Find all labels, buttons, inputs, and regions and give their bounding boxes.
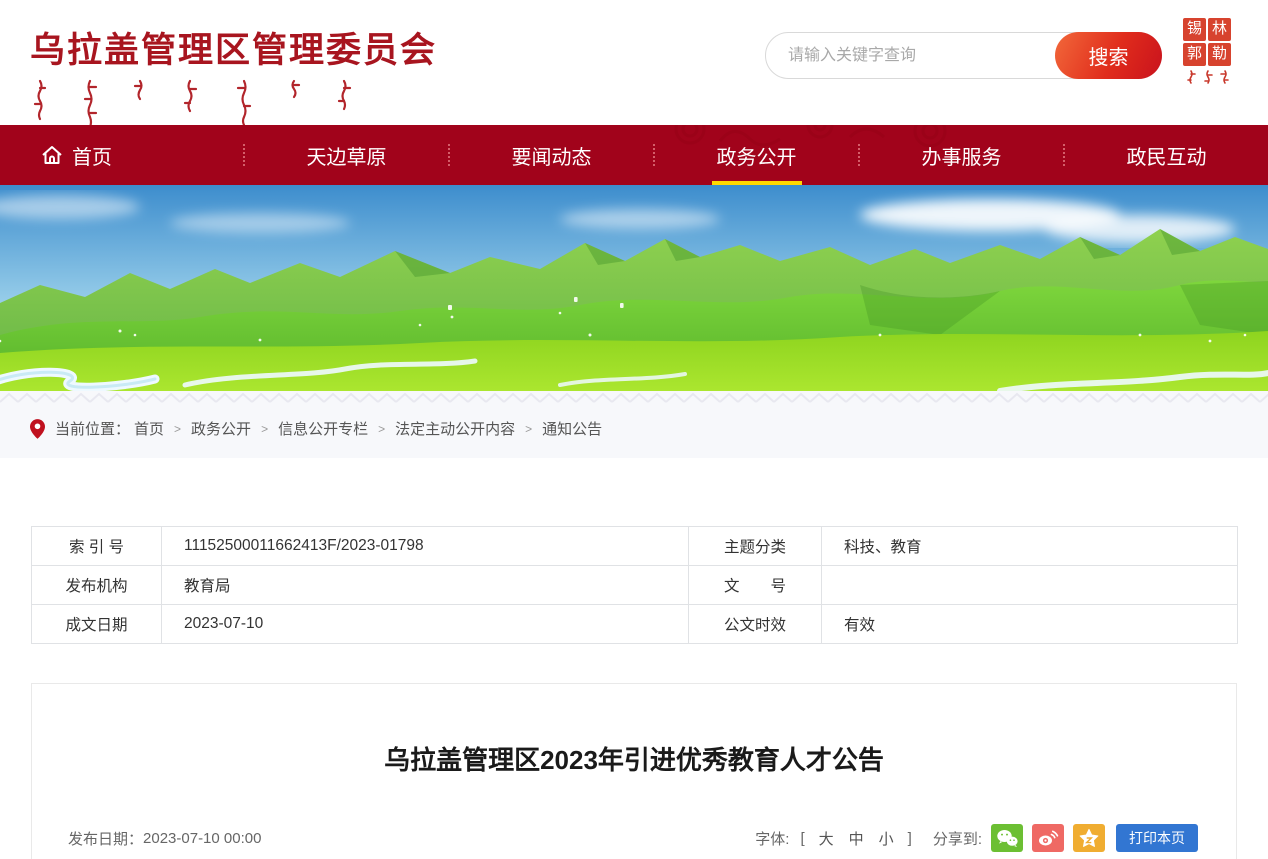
main-nav: 首页 天边草原 要闻动态 政务公开 办事服务 政民互动: [0, 125, 1268, 185]
article-tools: 字体: [ 大 中 小 ] 分享到: 打印本页: [755, 824, 1198, 852]
weibo-icon: [1039, 830, 1059, 846]
breadcrumb-item-info-disclosure[interactable]: 信息公开专栏: [278, 418, 368, 439]
location-pin-icon: [30, 418, 45, 439]
seal-char: 勒: [1208, 43, 1231, 66]
site-search: 搜索: [765, 32, 1162, 79]
wechat-icon: [997, 830, 1018, 847]
star-icon: [1079, 828, 1099, 847]
seal-char: 郭: [1183, 43, 1206, 66]
nav-item-label: 政民互动: [1126, 146, 1207, 169]
meta-label-doc-no: 文 号: [688, 565, 822, 605]
nav-item-label: 政务公开: [716, 146, 797, 169]
meta-label-validity: 公文时效: [688, 604, 822, 644]
meta-label-topic: 主题分类: [688, 526, 822, 566]
site-header: 乌拉盖管理区管理委员会 搜索 锡 林 郭 勒: [0, 0, 1268, 129]
meta-value-validity: 有效: [821, 604, 1238, 644]
bracket-close: ]: [907, 829, 912, 847]
article-panel: 乌拉盖管理区2023年引进优秀教育人才公告 发布日期： 2023-07-10 0…: [31, 683, 1237, 859]
nav-item-label: 办事服务: [921, 146, 1002, 169]
font-size-large-button[interactable]: 大: [819, 828, 834, 849]
breadcrumb-strip: 当前位置： 首页 > 政务公开 > 信息公开专栏 > 法定主动公开内容 > 通知…: [0, 391, 1268, 458]
meta-value-index-no: 11152500011662413F/2023-01798: [161, 526, 689, 566]
meta-value-agency: 教育局: [161, 565, 689, 605]
meta-value-doc-no: [821, 565, 1238, 605]
meta-label-date: 成文日期: [31, 604, 162, 644]
grassland-banner-image: [0, 185, 1268, 391]
home-icon: [40, 143, 64, 167]
font-size-small-button[interactable]: 小: [879, 828, 894, 849]
active-tab-underline: [711, 181, 802, 185]
site-seal: 锡 林 郭 勒: [1183, 18, 1233, 91]
breadcrumb-separator: >: [378, 421, 386, 436]
publish-date-block: 发布日期： 2023-07-10 00:00: [68, 828, 261, 849]
publish-date-label: 发布日期：: [68, 830, 144, 848]
meta-label-index-no: 索 引 号: [31, 526, 162, 566]
table-row: 成文日期 2023-07-10 公文时效 有效: [31, 604, 1238, 644]
page-title: 乌拉盖管理区2023年引进优秀教育人才公告: [384, 745, 884, 775]
breadcrumb-item-home[interactable]: 首页: [134, 418, 164, 439]
table-row: 发布机构 教育局 文 号: [31, 565, 1238, 605]
share-wechat-button[interactable]: [991, 824, 1023, 852]
meta-value-date: 2023-07-10: [161, 604, 689, 644]
article-meta-bar: 发布日期： 2023-07-10 00:00 字体: [ 大 中 小 ] 分享到…: [32, 824, 1236, 852]
breadcrumb-item-statutory-content[interactable]: 法定主动公开内容: [395, 418, 515, 439]
site-logo[interactable]: 乌拉盖管理区管理委员会: [30, 22, 437, 131]
nav-item-news[interactable]: 要闻动态: [450, 125, 653, 185]
nav-item-label: 首页: [72, 146, 112, 169]
font-size-label: 字体:: [755, 830, 790, 848]
font-size-medium-button[interactable]: 中: [849, 828, 864, 849]
breadcrumb-item-gov-affairs[interactable]: 政务公开: [191, 418, 251, 439]
share-weibo-button[interactable]: [1032, 824, 1064, 852]
search-button[interactable]: 搜索: [1055, 32, 1162, 79]
main-content: 索 引 号 11152500011662413F/2023-01798 主题分类…: [31, 526, 1238, 859]
nav-item-label: 要闻动态: [511, 146, 592, 169]
breadcrumb-separator: >: [261, 421, 269, 436]
seal-caption-icon: [1187, 70, 1229, 84]
nav-item-grassland[interactable]: 天边草原: [245, 125, 448, 185]
site-title: 乌拉盖管理区管理委员会: [30, 31, 438, 70]
document-meta-table: 索 引 号 11152500011662413F/2023-01798 主题分类…: [31, 526, 1238, 644]
publish-date-value: 2023-07-10 00:00: [143, 829, 262, 847]
mongolian-script-icon: [33, 79, 352, 129]
breadcrumb: 当前位置： 首页 > 政务公开 > 信息公开专栏 > 法定主动公开内容 > 通知…: [30, 391, 602, 458]
table-row: 索 引 号 11152500011662413F/2023-01798 主题分类…: [31, 526, 1238, 566]
print-page-button[interactable]: 打印本页: [1116, 824, 1198, 852]
meta-label-agency: 发布机构: [31, 565, 162, 605]
seal-char: 林: [1208, 18, 1231, 41]
bracket-open: [: [800, 829, 805, 847]
nav-item-label: 天边草原: [306, 146, 387, 169]
breadcrumb-item-notices[interactable]: 通知公告: [542, 418, 602, 439]
seal-char: 锡: [1183, 18, 1206, 41]
nav-item-interaction[interactable]: 政民互动: [1065, 125, 1268, 185]
nav-item-services[interactable]: 办事服务: [860, 125, 1063, 185]
nav-item-gov-affairs[interactable]: 政务公开: [655, 125, 858, 185]
share-label: 分享到:: [932, 830, 982, 848]
breadcrumb-label: 当前位置：: [55, 421, 131, 438]
nav-item-home[interactable]: 首页: [0, 125, 243, 185]
breadcrumb-separator: >: [174, 421, 182, 436]
seal-grid-icon: 锡 林 郭 勒: [1183, 18, 1231, 66]
meta-value-topic: 科技、教育: [821, 526, 1238, 566]
breadcrumb-separator: >: [525, 421, 533, 436]
share-favorite-button[interactable]: [1073, 824, 1105, 852]
